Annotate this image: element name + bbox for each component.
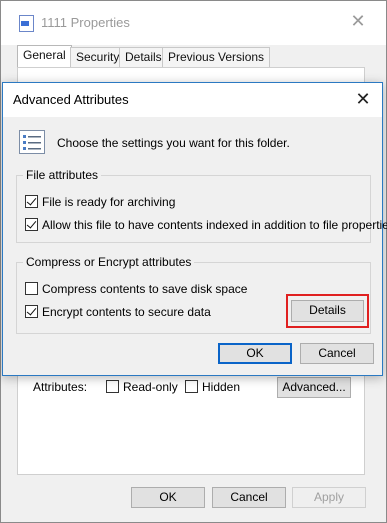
archive-checkbox[interactable] bbox=[25, 195, 38, 208]
hidden-label: Hidden bbox=[202, 380, 241, 394]
properties-ok-button[interactable]: OK bbox=[131, 487, 205, 508]
dialog-title: Advanced Attributes bbox=[13, 92, 129, 107]
attributes-settings-icon bbox=[19, 130, 45, 154]
details-button[interactable]: Details bbox=[291, 300, 364, 322]
archive-option[interactable]: File is ready for archiving bbox=[25, 195, 175, 209]
read-only-option[interactable]: Read-only bbox=[106, 380, 178, 394]
dialog-cancel-button[interactable]: Cancel bbox=[300, 343, 374, 364]
read-only-checkbox[interactable] bbox=[106, 380, 119, 393]
close-icon[interactable]: ✕ bbox=[349, 11, 367, 31]
compress-checkbox[interactable] bbox=[25, 282, 38, 295]
properties-title: 1111 Properties bbox=[41, 15, 130, 30]
tab-security[interactable]: Security bbox=[70, 47, 126, 67]
compress-encrypt-heading: Compress or Encrypt attributes bbox=[23, 255, 195, 269]
tab-previous-versions[interactable]: Previous Versions bbox=[162, 47, 271, 67]
hidden-option[interactable]: Hidden bbox=[185, 380, 240, 394]
dialog-ok-button[interactable]: OK bbox=[218, 343, 292, 364]
dialog-titlebar[interactable]: Advanced Attributes ✕ bbox=[3, 83, 382, 117]
file-icon bbox=[19, 15, 34, 32]
hidden-checkbox[interactable] bbox=[185, 380, 198, 393]
archive-label: File is ready for archiving bbox=[42, 195, 176, 209]
attributes-label: Attributes: bbox=[33, 380, 88, 394]
read-only-label: Read-only bbox=[123, 380, 178, 394]
apply-button[interactable]: Apply bbox=[292, 487, 366, 508]
tab-details[interactable]: Details bbox=[119, 47, 168, 67]
dialog-intro-text: Choose the settings you want for this fo… bbox=[57, 136, 290, 150]
encrypt-checkbox[interactable] bbox=[25, 305, 38, 318]
close-icon[interactable]: ✕ bbox=[353, 88, 373, 110]
properties-cancel-button[interactable]: Cancel bbox=[212, 487, 286, 508]
file-attributes-group: File attributes File is ready for archiv… bbox=[16, 168, 387, 243]
encrypt-option[interactable]: Encrypt contents to secure data bbox=[25, 305, 211, 319]
index-checkbox[interactable] bbox=[25, 218, 38, 231]
compress-option[interactable]: Compress contents to save disk space bbox=[25, 282, 247, 296]
advanced-button[interactable]: Advanced... bbox=[277, 377, 351, 398]
compress-label: Compress contents to save disk space bbox=[42, 282, 248, 296]
index-option[interactable]: Allow this file to have contents indexed… bbox=[25, 218, 387, 232]
encrypt-label: Encrypt contents to secure data bbox=[42, 305, 211, 319]
file-attributes-heading: File attributes bbox=[23, 168, 102, 182]
advanced-attributes-dialog: Advanced Attributes ✕ Choose the setting… bbox=[2, 82, 387, 376]
tab-general[interactable]: General bbox=[17, 45, 72, 68]
index-label: Allow this file to have contents indexed… bbox=[42, 218, 387, 232]
properties-titlebar[interactable]: 1111 Properties ✕ bbox=[1, 1, 386, 45]
